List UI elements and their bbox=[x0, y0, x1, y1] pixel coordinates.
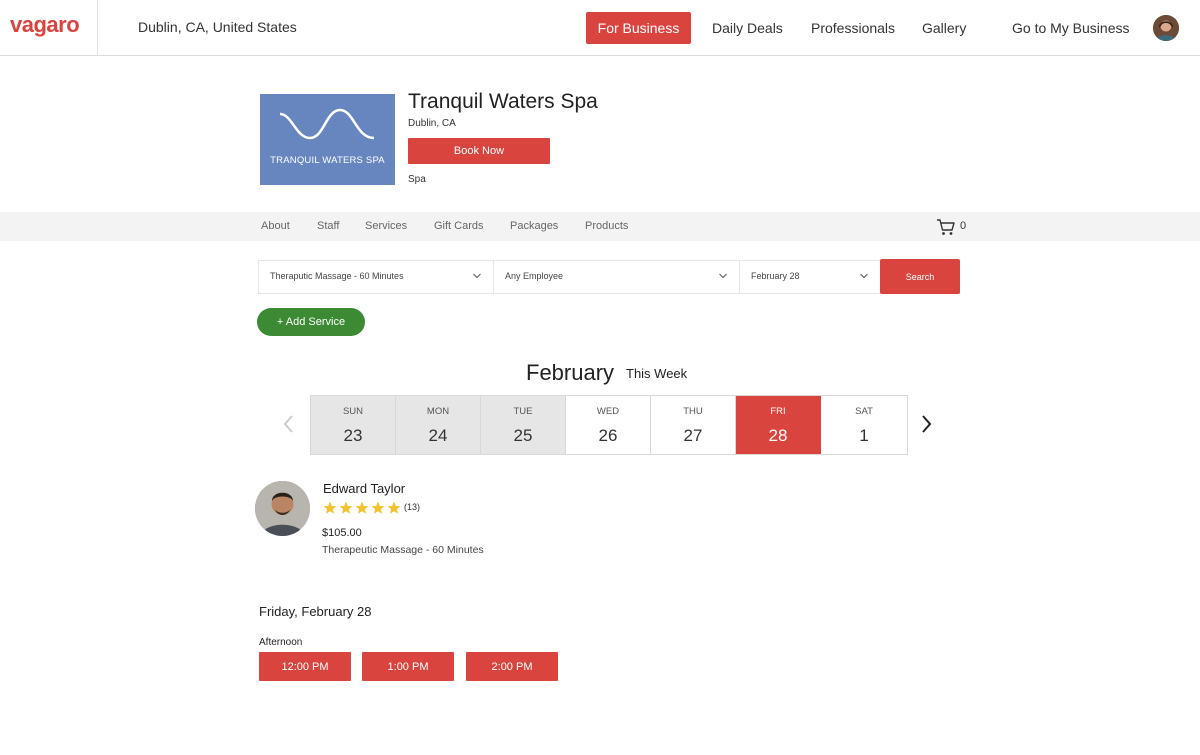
day-sun: SUN 23 bbox=[311, 396, 396, 454]
day-thu[interactable]: THU 27 bbox=[651, 396, 736, 454]
employee-select-value: Any Employee bbox=[505, 271, 564, 281]
service-name: Therapeutic Massage - 60 Minutes bbox=[322, 544, 484, 556]
booking-search-bar: Theraputic Massage - 60 Minutes Any Empl… bbox=[258, 260, 960, 294]
chevron-down-icon bbox=[473, 273, 481, 279]
nav-daily-deals[interactable]: Daily Deals bbox=[712, 12, 783, 44]
day-number: 1 bbox=[859, 426, 869, 445]
subnav-packages[interactable]: Packages bbox=[510, 220, 558, 232]
day-number: 26 bbox=[598, 426, 618, 445]
business-category: Spa bbox=[408, 174, 426, 185]
business-name: Tranquil Waters Spa bbox=[408, 90, 598, 113]
day-name: SAT bbox=[855, 406, 873, 417]
cart-icon[interactable] bbox=[936, 218, 956, 241]
star-rating bbox=[323, 501, 401, 520]
vagaro-logo[interactable]: vagaro bbox=[10, 12, 80, 38]
review-count[interactable]: (13) bbox=[404, 502, 420, 512]
day-sat[interactable]: SAT 1 bbox=[821, 396, 907, 454]
service-price: $105.00 bbox=[322, 527, 362, 539]
this-week-label[interactable]: This Week bbox=[626, 366, 687, 381]
subnav-gift-cards[interactable]: Gift Cards bbox=[434, 220, 484, 232]
business-subnav: About Staff Services Gift Cards Packages… bbox=[0, 212, 1200, 241]
wave-icon bbox=[279, 108, 375, 140]
nav-professionals[interactable]: Professionals bbox=[811, 12, 895, 44]
availability-date: Friday, February 28 bbox=[259, 604, 372, 619]
day-tue: TUE 25 bbox=[481, 396, 566, 454]
cart-count: 0 bbox=[960, 220, 967, 232]
provider-name[interactable]: Edward Taylor bbox=[323, 481, 405, 496]
business-city: Dublin, CA bbox=[408, 118, 456, 129]
week-day-picker: SUN 23 MON 24 TUE 25 WED 26 THU 27 FRI 2… bbox=[310, 395, 908, 455]
day-fri-selected[interactable]: FRI 28 bbox=[736, 396, 821, 454]
date-select[interactable]: February 28 bbox=[740, 261, 881, 293]
chevron-down-icon bbox=[860, 273, 868, 279]
day-name: TUE bbox=[513, 406, 533, 417]
star-icon bbox=[355, 501, 369, 514]
header-divider bbox=[97, 0, 98, 56]
nav-gallery[interactable]: Gallery bbox=[922, 12, 966, 44]
star-icon bbox=[371, 501, 385, 514]
time-period-label: Afternoon bbox=[259, 637, 303, 648]
search-button[interactable]: Search bbox=[880, 259, 960, 294]
time-slot-button[interactable]: 12:00 PM bbox=[259, 652, 351, 681]
day-number: 23 bbox=[343, 426, 363, 445]
day-name: THU bbox=[683, 406, 703, 417]
top-header: vagaro Dublin, CA, United States For Bus… bbox=[0, 0, 1200, 56]
book-now-button[interactable]: Book Now bbox=[408, 138, 550, 164]
day-number: 25 bbox=[513, 426, 533, 445]
employee-select[interactable]: Any Employee bbox=[494, 261, 740, 293]
date-select-value: February 28 bbox=[751, 271, 800, 281]
chevron-right-icon[interactable] bbox=[920, 414, 932, 439]
day-mon: MON 24 bbox=[396, 396, 481, 454]
day-name: MON bbox=[426, 406, 450, 417]
star-icon bbox=[339, 501, 353, 514]
for-business-button[interactable]: For Business bbox=[586, 12, 691, 44]
star-icon bbox=[387, 501, 401, 514]
service-select-value: Theraputic Massage - 60 Minutes bbox=[270, 271, 404, 281]
day-number: 28 bbox=[768, 426, 788, 445]
nav-go-to-my-business[interactable]: Go to My Business bbox=[1012, 12, 1130, 44]
time-slot-button[interactable]: 2:00 PM bbox=[466, 652, 558, 681]
add-service-button[interactable]: + Add Service bbox=[257, 308, 365, 336]
subnav-products[interactable]: Products bbox=[585, 220, 628, 232]
day-number: 24 bbox=[428, 426, 448, 445]
location-selector[interactable]: Dublin, CA, United States bbox=[138, 19, 297, 35]
service-select[interactable]: Theraputic Massage - 60 Minutes bbox=[259, 261, 494, 293]
subnav-services[interactable]: Services bbox=[365, 220, 407, 232]
business-logo: TRANQUIL WATERS SPA bbox=[260, 94, 395, 185]
chevron-down-icon bbox=[719, 273, 727, 279]
user-avatar[interactable] bbox=[1153, 15, 1179, 41]
day-name: WED bbox=[596, 406, 620, 417]
calendar-month: February bbox=[526, 360, 615, 385]
star-icon bbox=[323, 501, 337, 514]
day-wed[interactable]: WED 26 bbox=[566, 396, 651, 454]
business-logo-text: TRANQUIL WATERS SPA bbox=[270, 155, 385, 166]
time-slot-button[interactable]: 1:00 PM bbox=[362, 652, 454, 681]
subnav-about[interactable]: About bbox=[261, 220, 290, 232]
subnav-staff[interactable]: Staff bbox=[317, 220, 339, 232]
day-name: SUN bbox=[342, 406, 364, 417]
provider-avatar bbox=[255, 481, 310, 536]
chevron-left-icon[interactable] bbox=[283, 414, 295, 439]
day-name: FRI bbox=[770, 406, 786, 417]
day-number: 27 bbox=[683, 426, 703, 445]
